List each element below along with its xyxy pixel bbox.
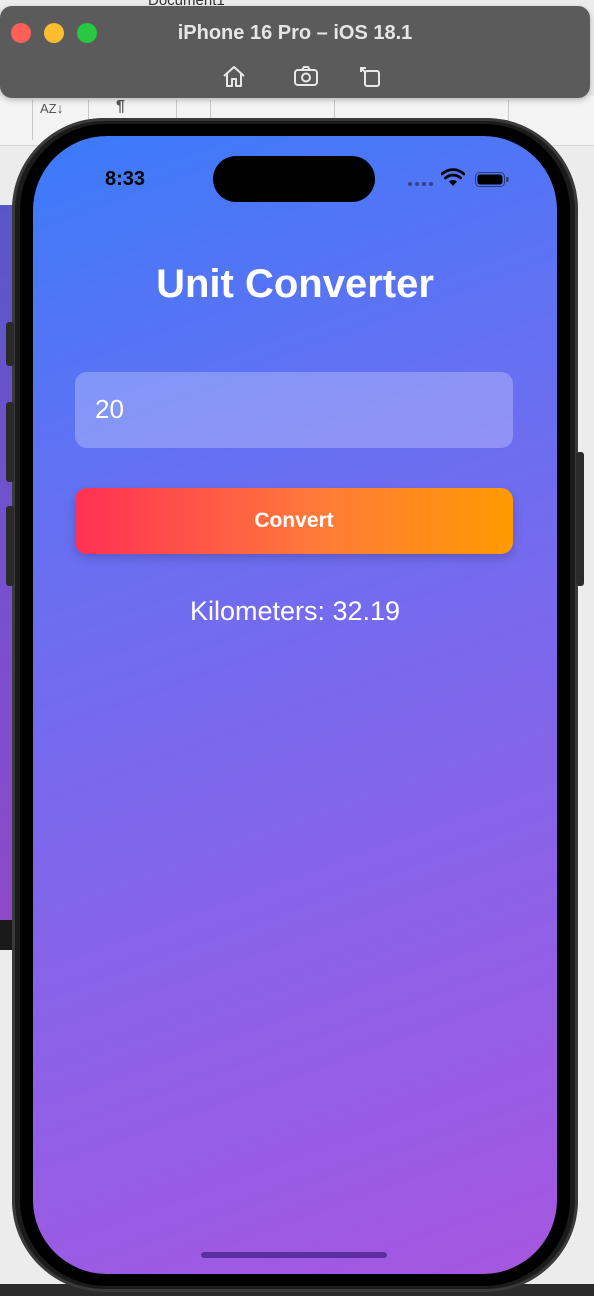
power-button[interactable] bbox=[576, 452, 584, 586]
signal-dots-icon bbox=[407, 174, 433, 186]
volume-down-button[interactable] bbox=[6, 506, 14, 586]
pilcrow-icon: ¶ bbox=[116, 98, 125, 115]
phone-screen: 8:33 Unit Converter 20 Convert Kilometer… bbox=[33, 136, 557, 1274]
result-label: Kilometers: 32.19 bbox=[189, 596, 401, 626]
action-button[interactable] bbox=[6, 322, 14, 366]
dynamic-island bbox=[213, 156, 375, 202]
simulator-title: iPhone 16 Pro – iOS 18.1 bbox=[177, 22, 413, 44]
value-input[interactable]: 20 bbox=[75, 372, 513, 448]
convert-button[interactable]: Convert bbox=[75, 488, 513, 554]
sort-icon: AZ↓ bbox=[40, 100, 64, 116]
rotate-icon[interactable] bbox=[357, 62, 385, 90]
screenshot-icon[interactable] bbox=[292, 62, 320, 90]
status-time: 8:33 bbox=[105, 168, 146, 190]
home-indicator[interactable] bbox=[201, 1252, 387, 1258]
battery-icon bbox=[475, 172, 509, 187]
home-icon[interactable] bbox=[220, 62, 248, 90]
app-title: Unit Converter bbox=[156, 262, 434, 306]
volume-up-button[interactable] bbox=[6, 402, 14, 482]
simulator-title-bar: iPhone 16 Pro – iOS 18.1 bbox=[0, 6, 590, 98]
wifi-icon bbox=[440, 168, 466, 188]
